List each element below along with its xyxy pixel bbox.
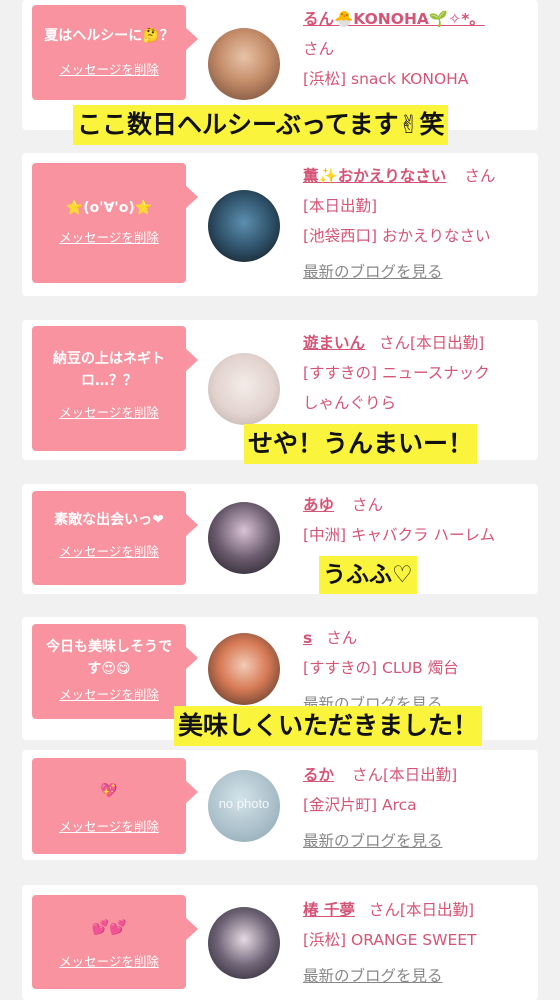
delete-message-link[interactable]: メッセージを削除 <box>32 402 186 421</box>
message-text: 💖 <box>100 783 118 799</box>
profile-info: 遊まいん さん[本日出勤] [すすきの] ニュースナック しゃんぐりら <box>303 328 538 418</box>
message-bubble: 💕💕 メッセージを削除 <box>32 895 198 989</box>
honorific: さん <box>352 766 384 784</box>
message-text: 素敵な出会いっ❤ <box>54 512 164 528</box>
delete-message-link[interactable]: メッセージを削除 <box>32 59 186 78</box>
delete-message-link[interactable]: メッセージを削除 <box>32 816 186 835</box>
latest-blog-link[interactable]: 最新のブログを見る <box>303 257 538 287</box>
shop-info: [すすきの] ニュースナック <box>303 364 490 382</box>
overlay-caption: 美味しくいただきました！ <box>174 706 483 746</box>
user-name-link[interactable]: 遊まいん <box>303 334 365 352</box>
message-card: 素敵な出会いっ❤ メッセージを削除 あゆ さん [中洲] キャバクラ ハーレム <box>22 484 538 594</box>
shop-info: [金沢片町] Arca <box>303 796 417 814</box>
no-photo-placeholder: no photo <box>218 796 270 811</box>
user-name-link[interactable]: るか <box>303 766 334 784</box>
profile-info: るん🐣KONOHA🌱✧*。 さん [浜松] snack KONOHA <box>303 4 538 94</box>
delete-message-link[interactable]: メッセージを削除 <box>32 951 186 970</box>
avatar[interactable] <box>208 28 280 100</box>
honorific: さん <box>379 334 411 352</box>
message-bubble: 素敵な出会いっ❤ メッセージを削除 <box>32 491 198 585</box>
user-name-link[interactable]: あゆ <box>303 496 334 514</box>
message-bubble: 💖 メッセージを削除 <box>32 758 198 854</box>
message-text: ⭐(o'∀'o)⭐ <box>65 200 153 216</box>
message-text: 今日も美味しそうです😍😋 <box>46 639 172 677</box>
profile-info: 椿 千夢 さん[本日出勤] [浜松] ORANGE SWEET 最新のブログを見る <box>303 895 538 991</box>
status-tag: [本日出勤] <box>383 766 458 784</box>
message-card: 💖 メッセージを削除 no photo るか さん[本日出勤] [金沢片町] Ar… <box>22 750 538 860</box>
message-bubble: ⭐(o'∀'o)⭐ メッセージを削除 <box>32 163 198 283</box>
shop-info: しゃんぐりら <box>303 394 397 412</box>
shop-info: [浜松] ORANGE SWEET <box>303 931 477 949</box>
profile-info: s さん [すすきの] CLUB 燭台 最新のブログを見る <box>303 623 538 719</box>
message-text: 💕💕 <box>91 920 127 936</box>
honorific: さん <box>352 496 384 514</box>
overlay-caption: ここ数日ヘルシーぶってます✌笑 <box>73 105 449 145</box>
message-bubble: 納豆の上はネギトロ…？？ メッセージを削除 <box>32 326 198 451</box>
honorific: さん <box>464 167 496 185</box>
avatar[interactable] <box>208 502 280 574</box>
status-tag: [本日出勤] <box>399 901 475 919</box>
message-text: 納豆の上はネギトロ…？？ <box>53 351 165 389</box>
shop-info: [池袋西口] おかえりなさい <box>303 227 491 245</box>
honorific: さん <box>368 901 400 919</box>
avatar[interactable] <box>208 353 280 425</box>
honorific: さん <box>326 629 358 647</box>
user-name-link[interactable]: s <box>303 629 312 647</box>
delete-message-link[interactable]: メッセージを削除 <box>32 227 186 246</box>
user-name-link[interactable]: 椿 千夢 <box>303 901 355 919</box>
user-name-link[interactable]: るん🐣KONOHA🌱✧*。 <box>303 10 485 28</box>
message-card: ⭐(o'∀'o)⭐ メッセージを削除 薫✨おかえりなさい さん [本日出勤] [池… <box>22 153 538 296</box>
delete-message-link[interactable]: メッセージを削除 <box>32 684 186 703</box>
latest-blog-link[interactable]: 最新のブログを見る <box>303 826 538 856</box>
profile-info: あゆ さん [中洲] キャバクラ ハーレム <box>303 490 538 550</box>
shop-info: [浜松] snack KONOHA <box>303 70 469 88</box>
avatar[interactable] <box>208 190 280 262</box>
status-tag: [本日出勤] <box>410 334 485 352</box>
message-bubble: 夏はヘルシーに🤔？ メッセージを削除 <box>32 5 198 100</box>
message-text: 夏はヘルシーに🤔？ <box>44 28 174 44</box>
latest-blog-link[interactable]: 最新のブログを見る <box>303 961 538 991</box>
honorific: さん <box>303 40 335 58</box>
delete-message-link[interactable]: メッセージを削除 <box>32 541 186 560</box>
shop-info: [すすきの] CLUB 燭台 <box>303 659 459 677</box>
status-tag: [本日出勤] <box>303 197 378 215</box>
shop-info: [中洲] キャバクラ ハーレム <box>303 526 496 544</box>
avatar[interactable] <box>208 907 280 979</box>
message-card: 💕💕 メッセージを削除 椿 千夢 さん[本日出勤] [浜松] ORANGE SWE… <box>22 885 538 1000</box>
avatar[interactable]: no photo <box>208 770 280 842</box>
profile-info: 薫✨おかえりなさい さん [本日出勤] [池袋西口] おかえりなさい 最新のブログ… <box>303 161 538 287</box>
overlay-caption: せや！うんまいー！ <box>244 424 478 464</box>
profile-info: るか さん[本日出勤] [金沢片町] Arca 最新のブログを見る <box>303 760 538 856</box>
user-name-link[interactable]: 薫✨おかえりなさい <box>303 167 446 185</box>
avatar[interactable] <box>208 633 280 705</box>
message-bubble: 今日も美味しそうです😍😋 メッセージを削除 <box>32 624 198 719</box>
overlay-caption: うふふ♡ <box>319 556 417 594</box>
